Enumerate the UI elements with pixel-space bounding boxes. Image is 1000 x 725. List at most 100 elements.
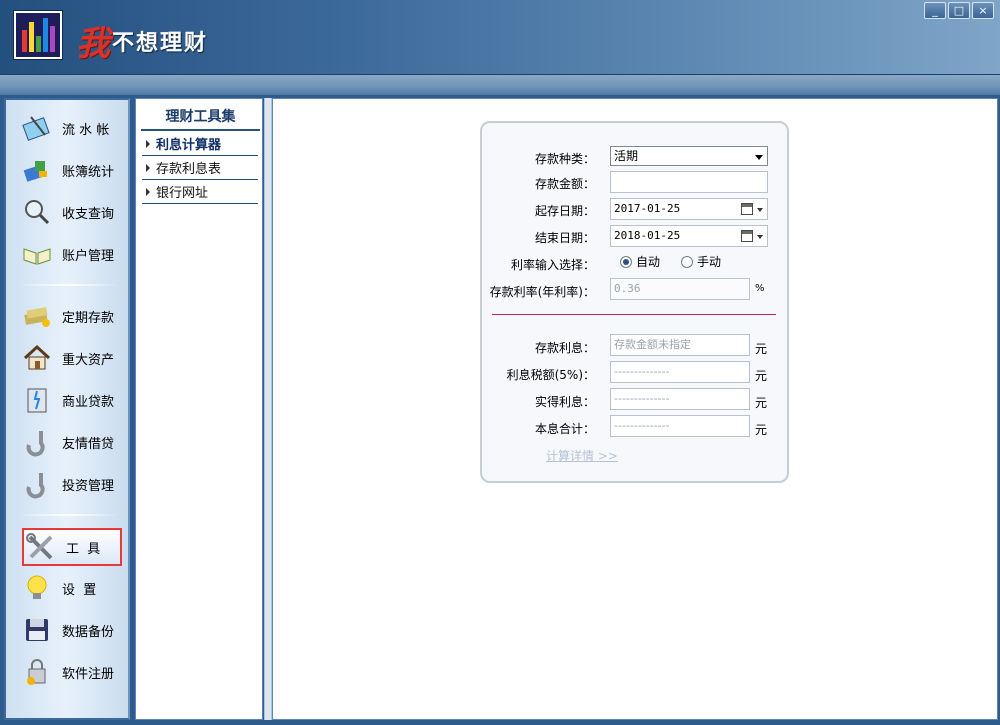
nav-item-label: 数据备份 [62, 624, 115, 640]
deposit-type-label: 存款种类： [534, 152, 595, 166]
main-content: 存款种类： 活期 存款金额： 起存日期： 2017-01-25 结束日期： 20… [272, 98, 998, 720]
nav-item-label: 友情借贷 [62, 436, 115, 452]
nav-item-label: 账户管理 [62, 248, 115, 264]
interest-label: 存款利息： [534, 341, 595, 355]
nav-item-major-assets[interactable]: 重大资产 [20, 340, 124, 376]
calc-detail-link[interactable]: 计算详情 >> [546, 447, 618, 464]
interest-output: 存款金额未指定 [610, 334, 750, 356]
chevron-down-icon[interactable] [757, 208, 763, 212]
tool-item-label: 银行网址 [156, 186, 209, 201]
chevron-down-icon [755, 155, 763, 160]
net-interest-label: 实得利息： [534, 395, 595, 409]
amount-label: 存款金额： [534, 177, 595, 191]
radio-selected-icon [620, 255, 632, 268]
rate-manual-label: 手动 [697, 255, 722, 269]
app-title-big: 我 [76, 24, 110, 64]
start-date-picker[interactable]: 2017-01-25 [610, 198, 768, 220]
net-interest-unit: 元 [755, 396, 768, 410]
main-sidebar: 流 水 帐 账簿统计 收支查询 账户管理 定期存款 重大资产 商业贷款 友情借贷… [4, 98, 130, 720]
nav-item-commercial-loan[interactable]: 商业贷款 [20, 382, 124, 418]
rate-auto-label: 自动 [636, 255, 661, 269]
tool-item-rate-table[interactable]: 存款利息表 [142, 156, 258, 180]
rate-input[interactable]: 0.36 [610, 278, 750, 300]
total-label: 本息合计： [534, 422, 595, 436]
open-book-icon [20, 238, 54, 270]
tools-panel: 理财工具集 利息计算器 存款利息表 银行网址 [135, 98, 263, 720]
tax-unit: 元 [755, 369, 768, 383]
nav-divider [18, 514, 118, 516]
nav-item-investment[interactable]: 投资管理 [20, 466, 124, 502]
nav-divider [18, 284, 118, 286]
nav-item-backup[interactable]: 数据备份 [20, 612, 124, 648]
deposit-type-value: 活期 [614, 149, 639, 163]
hook-icon [20, 426, 54, 458]
interest-calculator-form: 存款种类： 活期 存款金额： 起存日期： 2017-01-25 结束日期： 20… [480, 121, 789, 483]
rate-choice-label: 利率输入选择： [510, 258, 595, 272]
nav-item-label: 定期存款 [62, 310, 115, 326]
tool-item-interest-calculator[interactable]: 利息计算器 [142, 132, 258, 156]
end-date-label: 结束日期： [534, 231, 595, 245]
magnifier-icon [20, 196, 54, 228]
tool-item-label: 利息计算器 [156, 138, 222, 153]
triangle-right-icon [146, 163, 150, 172]
rate-label: 存款利率(年利率)： [489, 285, 595, 299]
lightbulb-icon [20, 572, 54, 604]
toolbar-band [0, 75, 1000, 95]
interest-unit: 元 [755, 342, 768, 356]
tax-label: 利息税额(5%)： [506, 368, 595, 382]
calendar-icon[interactable] [741, 230, 753, 242]
section-divider [492, 314, 776, 315]
rate-auto-radio[interactable]: 自动 [620, 253, 660, 270]
tool-item-bank-sites[interactable]: 银行网址 [142, 180, 258, 204]
notebook-pen-icon [20, 112, 54, 144]
nav-item-journal[interactable]: 流 水 帐 [20, 110, 124, 146]
close-button[interactable]: × [972, 2, 994, 19]
end-date-value: 2018-01-25 [614, 229, 681, 242]
house-icon [20, 342, 54, 374]
title-bar: 我不想理财 _ □ × [0, 0, 1000, 75]
rate-unit: % [755, 283, 765, 294]
radio-unselected-icon [681, 255, 693, 268]
triangle-right-icon [146, 139, 150, 148]
nav-item-label: 重大资产 [62, 352, 115, 368]
nav-item-ledger-stats[interactable]: 账簿统计 [20, 152, 124, 188]
nav-item-label: 投资管理 [62, 478, 115, 494]
net-interest-output: -------------- [610, 388, 750, 410]
maximize-button[interactable]: □ [948, 2, 970, 19]
deposit-type-select[interactable]: 活期 [610, 146, 768, 166]
panel-splitter[interactable] [264, 98, 272, 720]
tax-output: -------------- [610, 361, 750, 383]
calendar-icon[interactable] [741, 203, 753, 215]
app-title: 我不想理财 [76, 16, 208, 65]
nav-item-accounts[interactable]: 账户管理 [20, 236, 124, 272]
money-stack-icon [20, 300, 54, 332]
nav-item-fixed-deposit[interactable]: 定期存款 [20, 298, 124, 334]
nav-item-label: 商业贷款 [62, 394, 115, 410]
rate-manual-radio[interactable]: 手动 [681, 253, 721, 270]
nav-item-label: 软件注册 [62, 666, 115, 682]
start-date-label: 起存日期： [534, 204, 595, 218]
book-chart-icon [20, 154, 54, 186]
nav-item-settings[interactable]: 设 置 [20, 570, 124, 606]
total-output: -------------- [610, 415, 750, 437]
amount-input[interactable] [610, 171, 768, 193]
tools-icon [24, 531, 58, 563]
nav-item-tools[interactable]: 工 具 [22, 528, 122, 566]
app-logo-icon [14, 11, 62, 59]
app-title-rest: 不想理财 [112, 30, 209, 56]
triangle-right-icon [146, 187, 150, 196]
tools-panel-title: 理财工具集 [141, 106, 260, 131]
door-icon [20, 384, 54, 416]
lock-key-icon [20, 656, 54, 688]
start-date-value: 2017-01-25 [614, 202, 681, 215]
floppy-disk-icon [20, 614, 54, 646]
nav-item-friendly-loan[interactable]: 友情借贷 [20, 424, 124, 460]
chevron-down-icon[interactable] [757, 235, 763, 239]
nav-item-label: 流 水 帐 [62, 122, 110, 138]
nav-item-query[interactable]: 收支查询 [20, 194, 124, 230]
end-date-picker[interactable]: 2018-01-25 [610, 225, 768, 247]
nav-item-label: 设 置 [62, 582, 97, 598]
minimize-button[interactable]: _ [924, 2, 946, 19]
nav-item-register[interactable]: 软件注册 [20, 654, 124, 690]
nav-item-label: 收支查询 [62, 206, 115, 222]
